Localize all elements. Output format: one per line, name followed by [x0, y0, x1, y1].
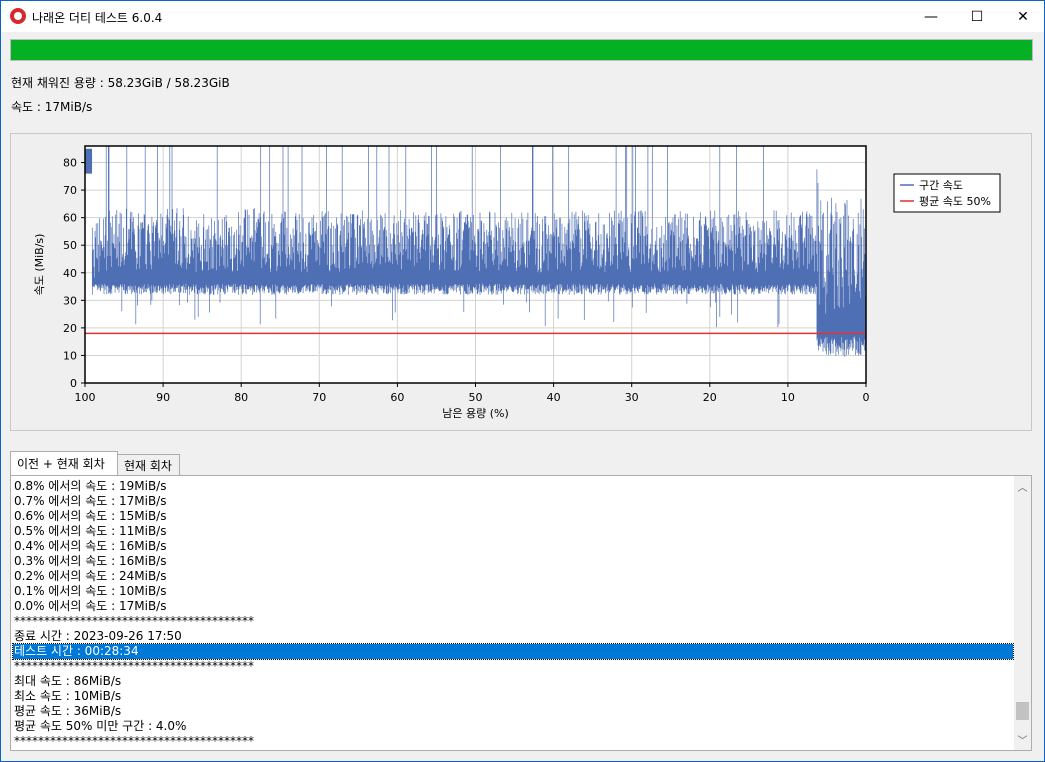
scroll-down-arrow-icon[interactable]: ﹀	[1014, 731, 1031, 748]
legend-label: 구간 속도	[919, 179, 963, 192]
log-line[interactable]: ****************************************	[13, 659, 1013, 674]
speed-label: 속도 : 17MiB/s	[11, 100, 93, 114]
app-window: 나래온 더티 테스트 6.0.4 — ☐ ✕ 현재 채워진 용량 : 58.23…	[0, 0, 1045, 762]
y-tick-label: 70	[63, 184, 77, 197]
y-tick-label: 40	[63, 267, 77, 280]
x-tick-label: 20	[703, 391, 717, 404]
log-line[interactable]: 0.0% 에서의 속도 : 17MiB/s	[13, 599, 1013, 614]
log-line[interactable]: 최소 속도 : 10MiB/s	[13, 689, 1013, 704]
x-tick-label: 0	[863, 391, 870, 404]
y-tick-label: 50	[63, 239, 77, 252]
x-tick-label: 40	[547, 391, 561, 404]
log-line[interactable]: 0.7% 에서의 속도 : 17MiB/s	[13, 494, 1013, 509]
log-line[interactable]: 0.3% 에서의 속도 : 16MiB/s	[13, 554, 1013, 569]
x-tick-label: 60	[390, 391, 404, 404]
maximize-button[interactable]: ☐	[954, 1, 1000, 32]
log-line-selected[interactable]: 테스트 시간 : 00:28:34	[12, 643, 1014, 660]
tab-current[interactable]: 현재 회차	[117, 454, 180, 475]
x-tick-label: 50	[469, 391, 483, 404]
title-bar[interactable]: 나래온 더티 테스트 6.0.4 — ☐ ✕	[1, 1, 1044, 32]
close-button[interactable]: ✕	[1000, 1, 1045, 32]
y-tick-label: 10	[63, 349, 77, 362]
app-logo-icon	[10, 8, 26, 24]
log-line[interactable]: ****************************************	[13, 734, 1013, 749]
log-line[interactable]: 0.1% 에서의 속도 : 10MiB/s	[13, 584, 1013, 599]
progress-fill	[11, 40, 1032, 60]
log-lines: 0.8% 에서의 속도 : 19MiB/s 0.7% 에서의 속도 : 17MiB…	[12, 479, 1014, 749]
x-tick-label: 10	[781, 391, 795, 404]
tab-previous-and-current[interactable]: 이전 + 현재 회차	[10, 451, 118, 475]
y-tick-label: 60	[63, 212, 77, 225]
speed-chart-panel: 100 90 80 70 60 50 40 30 20 10 0 0 10 20 30 40 50 60 70 80 남…	[10, 133, 1032, 431]
x-tick-label: 80	[234, 391, 248, 404]
y-tick-label: 30	[63, 294, 77, 307]
speed-chart: 100 90 80 70 60 50 40 30 20 10 001020304050607080남…	[33, 145, 1001, 420]
x-axis-label: 남은 용량 (%)	[442, 407, 509, 420]
y-axis-label: 속도 (MiB/s)	[33, 234, 46, 296]
x-tick-label: 90	[156, 391, 170, 404]
y-tick-label: 0	[70, 377, 77, 390]
legend-label: 평균 속도 50%	[919, 195, 991, 208]
log-line[interactable]: 0.2% 에서의 속도 : 24MiB/s	[13, 569, 1013, 584]
log-line[interactable]: 평균 속도 50% 미만 구간 : 4.0%	[13, 719, 1013, 734]
window-title: 나래온 더티 테스트 6.0.4	[32, 11, 163, 25]
y-tick-label: 20	[63, 322, 77, 335]
y-tick-label: 80	[63, 157, 77, 170]
log-textbox[interactable]: 0.8% 에서의 속도 : 19MiB/s 0.7% 에서의 속도 : 17MiB…	[10, 475, 1032, 751]
minimize-button[interactable]: —	[908, 1, 954, 32]
fill-progress-bar	[10, 39, 1033, 61]
log-scrollbar[interactable]: ︿ ﹀	[1014, 476, 1031, 750]
scroll-thumb[interactable]	[1016, 702, 1029, 721]
log-line[interactable]: ****************************************	[13, 614, 1013, 629]
x-tick-label: 30	[625, 391, 639, 404]
scroll-up-arrow-icon[interactable]: ︿	[1014, 478, 1031, 495]
capacity-label: 현재 채워진 용량 : 58.23GiB / 58.23GiB	[11, 76, 230, 90]
log-line[interactable]: 최대 속도 : 86MiB/s	[13, 674, 1013, 689]
log-line[interactable]: 0.6% 에서의 속도 : 15MiB/s	[13, 509, 1013, 524]
log-line[interactable]: 종료 시간 : 2023-09-26 17:50	[13, 629, 1013, 644]
log-line[interactable]: 평균 속도 : 36MiB/s	[13, 704, 1013, 719]
log-line[interactable]: 0.4% 에서의 속도 : 16MiB/s	[13, 539, 1013, 554]
x-tick-label: 70	[312, 391, 326, 404]
log-line[interactable]: 0.5% 에서의 속도 : 11MiB/s	[13, 524, 1013, 539]
log-line[interactable]: 0.8% 에서의 속도 : 19MiB/s	[13, 479, 1013, 494]
x-tick-label: 100	[75, 391, 96, 404]
